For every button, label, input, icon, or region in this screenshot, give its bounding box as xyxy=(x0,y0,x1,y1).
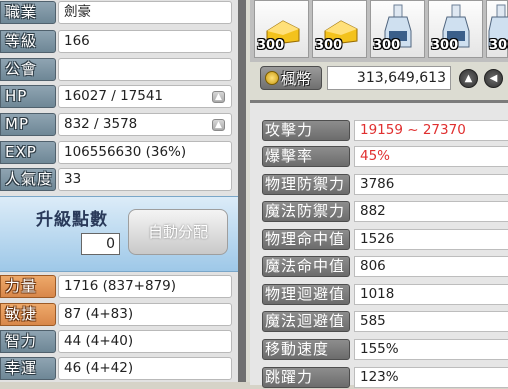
ability-points-box: 升級點數 0 自動分配 xyxy=(0,196,238,272)
speed-row: 移動速度 155% xyxy=(262,339,508,361)
panel-divider xyxy=(238,0,246,382)
ability-points-value: 0 xyxy=(81,233,120,255)
dex-row: 敏捷 87 (4+83) xyxy=(0,303,238,328)
item-slot[interactable]: 300 xyxy=(486,0,508,58)
job-value: 劍豪 xyxy=(58,1,232,24)
phys-def-label: 物理防禦力 xyxy=(262,174,350,195)
meso-label: 楓幣 xyxy=(260,66,322,90)
magic-def-row: 魔法防禦力 882 xyxy=(262,201,508,223)
magic-def-label: 魔法防禦力 xyxy=(262,201,350,222)
attack-label: 攻擊力 xyxy=(262,120,350,141)
str-label: 力量 xyxy=(0,275,56,298)
hp-add-button[interactable]: ▲ xyxy=(212,91,225,103)
job-label: 職業 xyxy=(0,1,56,24)
magic-avoid-label: 魔法迴避值 xyxy=(262,311,350,332)
jump-row: 跳躍力 123% xyxy=(262,367,508,389)
phys-acc-value: 1526 xyxy=(354,229,508,250)
character-status-panel: 職業 劍豪 等級 166 公會 HP 16027 / 17541 ▲ MP 83… xyxy=(0,0,238,382)
attack-row: 攻擊力 19159 ~ 27370 xyxy=(262,120,508,142)
phys-acc-label: 物理命中值 xyxy=(262,229,350,250)
magic-acc-label: 魔法命中值 xyxy=(262,256,350,277)
speed-value: 155% xyxy=(354,339,508,360)
jump-label: 跳躍力 xyxy=(262,367,350,388)
mp-label: MP xyxy=(0,113,56,136)
exp-row: EXP 106556630 (36%) xyxy=(0,141,238,166)
hp-value-text: 16027 / 17541 xyxy=(64,88,164,104)
luk-label: 幸運 xyxy=(0,357,56,380)
level-value: 166 xyxy=(58,30,232,53)
crit-rate-row: 爆擊率 45% xyxy=(262,146,508,168)
str-value: 1716 (837+879) xyxy=(58,275,232,298)
speed-label: 移動速度 xyxy=(262,339,350,360)
arrow-left-icon[interactable]: ◀ xyxy=(484,69,503,88)
mp-value: 832 / 3578 ▲ xyxy=(58,113,232,136)
magic-acc-value: 806 xyxy=(354,256,508,277)
item-slot[interactable]: 300 xyxy=(254,0,309,58)
meso-coin-icon xyxy=(265,71,279,85)
int-label: 智力 xyxy=(0,330,56,353)
dex-label: 敏捷 xyxy=(0,303,56,326)
item-quantity: 300 xyxy=(373,38,401,53)
hp-label: HP xyxy=(0,85,56,108)
phys-avoid-row: 物理迴避值 1018 xyxy=(262,284,508,306)
hp-value: 16027 / 17541 ▲ xyxy=(58,85,232,108)
crit-rate-value: 45% xyxy=(354,146,508,167)
meso-value: 313,649,613 xyxy=(327,66,451,90)
luk-value: 46 (4+42) xyxy=(58,357,232,380)
item-slot[interactable]: 300 xyxy=(428,0,483,58)
item-quantity: 300 xyxy=(257,38,285,53)
dex-value: 87 (4+83) xyxy=(58,303,232,326)
phys-avoid-label: 物理迴避值 xyxy=(262,284,350,305)
ability-points-title: 升級點數 xyxy=(36,210,108,230)
auto-assign-button[interactable]: 自動分配 xyxy=(128,209,228,255)
hp-row: HP 16027 / 17541 ▲ xyxy=(0,85,238,110)
arrow-up-icon[interactable]: ▲ xyxy=(459,69,478,88)
meso-label-text: 楓幣 xyxy=(281,70,312,88)
magic-def-value: 882 xyxy=(354,201,508,222)
luk-row: 幸運 46 (4+42) xyxy=(0,357,238,382)
item-slot[interactable]: 300 xyxy=(312,0,367,58)
str-row: 力量 1716 (837+879) xyxy=(0,275,238,300)
magic-avoid-row: 魔法迴避值 585 xyxy=(262,311,508,333)
guild-value xyxy=(58,58,232,81)
item-quantity: 300 xyxy=(315,38,343,53)
jump-value: 123% xyxy=(354,367,508,388)
level-label: 等級 xyxy=(0,30,56,53)
fame-row: 人氣度 33 xyxy=(0,168,238,193)
magic-acc-row: 魔法命中值 806 xyxy=(262,256,508,278)
crit-rate-label: 爆擊率 xyxy=(262,146,350,167)
attack-value: 19159 ~ 27370 xyxy=(354,120,508,141)
mp-add-button[interactable]: ▲ xyxy=(212,119,225,131)
exp-value: 106556630 (36%) xyxy=(58,141,232,164)
job-row: 職業 劍豪 xyxy=(0,1,238,26)
meso-row: 楓幣 313,649,613 ▲ ◀ xyxy=(260,66,508,92)
item-quantity: 300 xyxy=(489,38,508,53)
phys-avoid-value: 1018 xyxy=(354,284,508,305)
magic-avoid-value: 585 xyxy=(354,311,508,332)
fame-label: 人氣度 xyxy=(0,168,56,191)
detail-stats-panel: 300 300 300 300 30 楓幣 313,649,613 ▲ ◀ 攻擊… xyxy=(246,0,508,388)
item-quantity: 300 xyxy=(431,38,459,53)
mp-row: MP 832 / 3578 ▲ xyxy=(0,113,238,138)
exp-label: EXP xyxy=(0,141,56,164)
phys-acc-row: 物理命中值 1526 xyxy=(262,229,508,251)
guild-row: 公會 xyxy=(0,58,238,83)
phys-def-value: 3786 xyxy=(354,174,508,195)
int-row: 智力 44 (4+40) xyxy=(0,330,238,355)
detail-stats-list: 攻擊力 19159 ~ 27370 爆擊率 45% 物理防禦力 3786 魔法防… xyxy=(250,100,508,388)
item-slot[interactable]: 300 xyxy=(370,0,425,58)
level-row: 等級 166 xyxy=(0,30,238,55)
int-value: 44 (4+40) xyxy=(58,330,232,353)
phys-def-row: 物理防禦力 3786 xyxy=(262,174,508,196)
guild-label: 公會 xyxy=(0,58,56,81)
fame-value: 33 xyxy=(58,168,232,191)
mp-value-text: 832 / 3578 xyxy=(64,116,138,132)
item-quickbar: 300 300 300 300 30 xyxy=(250,0,508,62)
